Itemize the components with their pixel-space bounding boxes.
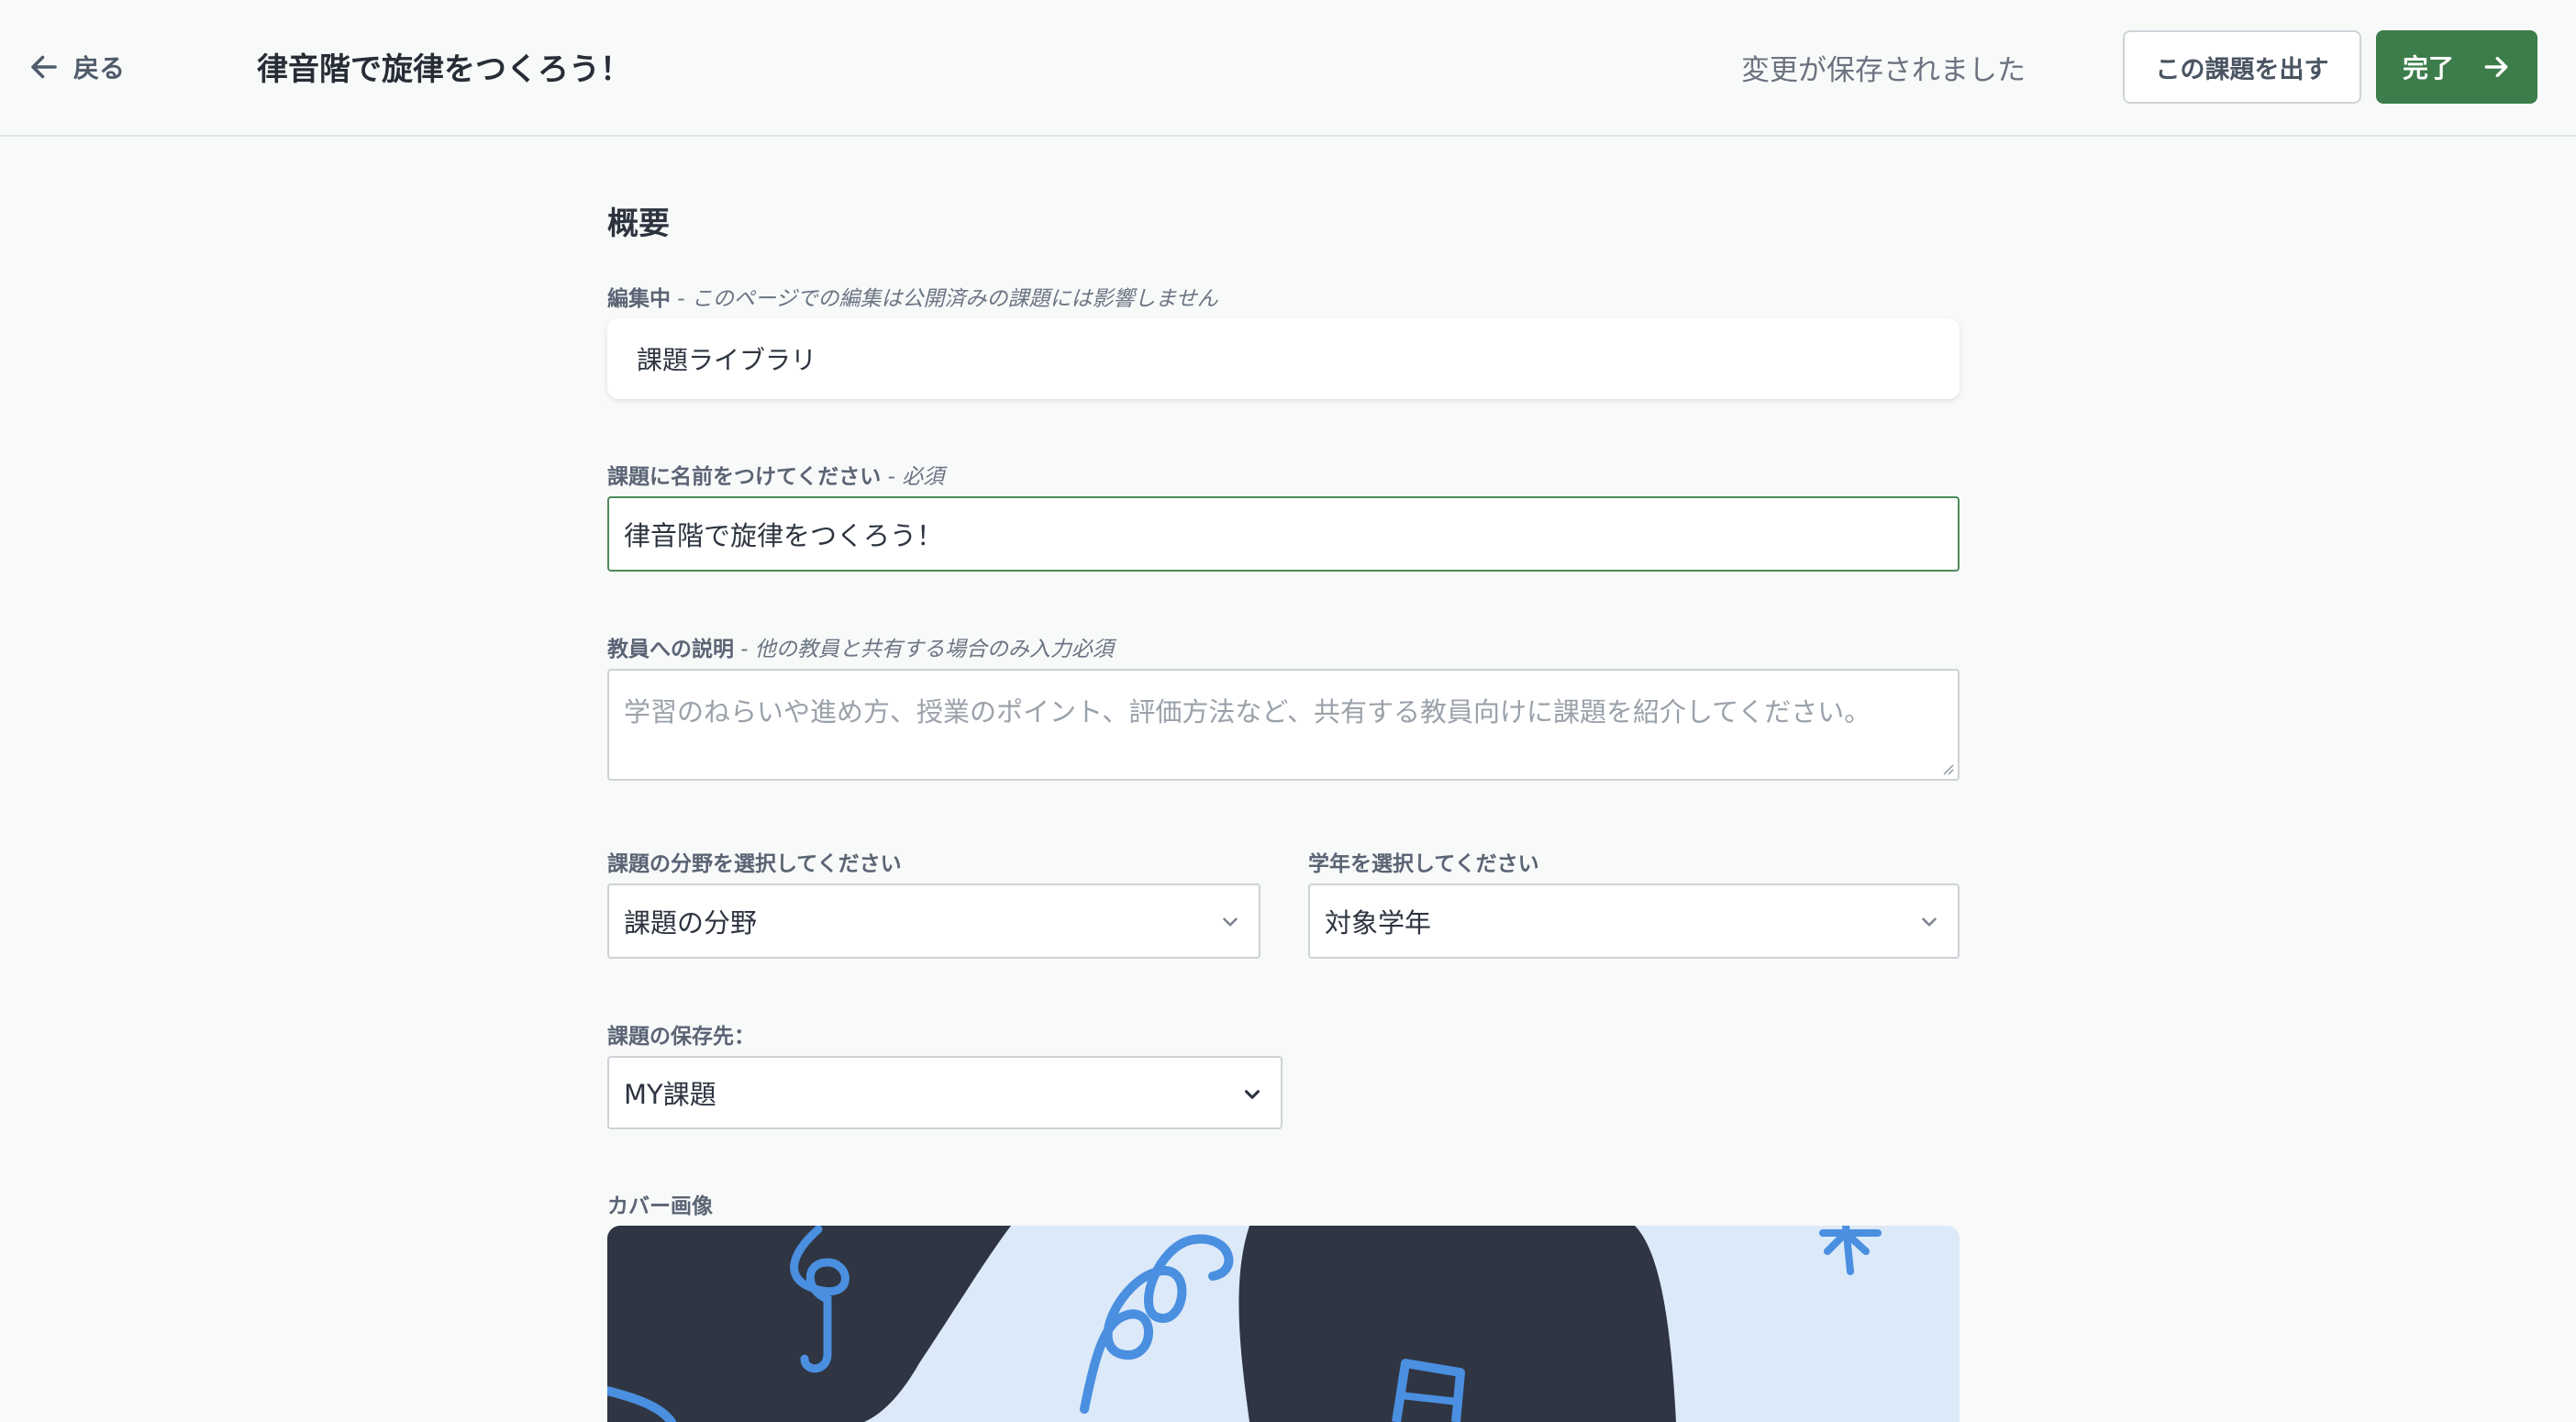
assignment-name-input[interactable]: 律音階で旋律をつくろう！ <box>607 496 1960 572</box>
cover-image[interactable] <box>607 1226 1960 1422</box>
field-select-value: 課題の分野 <box>624 907 758 939</box>
editing-label: 編集中 - このページでの編集は公開済みの課題には影響しません <box>607 281 1218 312</box>
top-bar: 戻る 律音階で旋律をつくろう！ 変更が保存されました この課題を出す 完了 <box>0 0 2576 137</box>
teacher-description-placeholder: 学習のねらいや進め方、授業のポイント、評価方法など、共有する教員向けに課題を紹介… <box>624 696 1871 728</box>
cover-illustration <box>607 1226 1960 1422</box>
field-label: 課題の分野を選択してください <box>607 852 902 876</box>
editing-location-box: 課題ライブラリ <box>607 318 1960 399</box>
field-select[interactable]: 課題の分野 <box>607 883 1260 959</box>
assignment-name-value: 律音階で旋律をつくろう！ <box>624 520 944 551</box>
grade-select[interactable]: 対象学年 <box>1308 883 1960 959</box>
teacher-description-label-text: 教員への説明 <box>607 638 734 661</box>
arrow-right-icon <box>2484 56 2508 78</box>
save-location-select[interactable]: MY課題 <box>607 1056 1282 1129</box>
assignment-name-required-note: - 必須 <box>881 465 945 489</box>
assign-assignment-label: この課題を出す <box>2155 55 2329 84</box>
assign-assignment-button[interactable]: この課題を出す <box>2123 30 2361 104</box>
done-label: 完了 <box>2402 53 2454 83</box>
editing-location-value: 課題ライブラリ <box>637 345 817 375</box>
teacher-description-textarea[interactable]: 学習のねらいや進め方、授業のポイント、評価方法など、共有する教員向けに課題を紹介… <box>607 669 1960 781</box>
chevron-down-icon <box>1922 917 1937 927</box>
grade-select-value: 対象学年 <box>1325 907 1432 939</box>
editing-label-text: 編集中 <box>607 287 671 311</box>
teacher-description-label: 教員への説明 - 他の教員と共有する場合のみ入力必須 <box>607 631 1114 662</box>
save-location-value: MY課題 <box>624 1079 716 1110</box>
chevron-down-icon <box>1223 917 1238 927</box>
back-button[interactable]: 戻る <box>28 46 125 88</box>
cover-image-label: カバー画像 <box>607 1194 713 1218</box>
done-button[interactable]: 完了 <box>2376 30 2537 104</box>
teacher-description-note: - 他の教員と共有する場合のみ入力必須 <box>734 638 1114 661</box>
save-status: 変更が保存されました <box>1741 54 2026 87</box>
chevron-down-icon <box>1244 1090 1260 1099</box>
page-title: 律音階で旋律をつくろう！ <box>257 51 631 88</box>
editing-note: - このページでの編集は公開済みの課題には影響しません <box>671 287 1218 311</box>
assignment-name-label: 課題に名前をつけてください - 必須 <box>607 459 944 490</box>
assignment-name-label-text: 課題に名前をつけてください <box>607 465 882 489</box>
section-title: 概要 <box>607 206 670 242</box>
save-location-label: 課題の保存先： <box>607 1025 755 1049</box>
arrow-left-icon <box>31 55 57 79</box>
grade-label: 学年を選択してください <box>1308 852 1539 876</box>
resize-grip-icon[interactable] <box>1941 762 1954 775</box>
back-label: 戻る <box>73 53 126 83</box>
